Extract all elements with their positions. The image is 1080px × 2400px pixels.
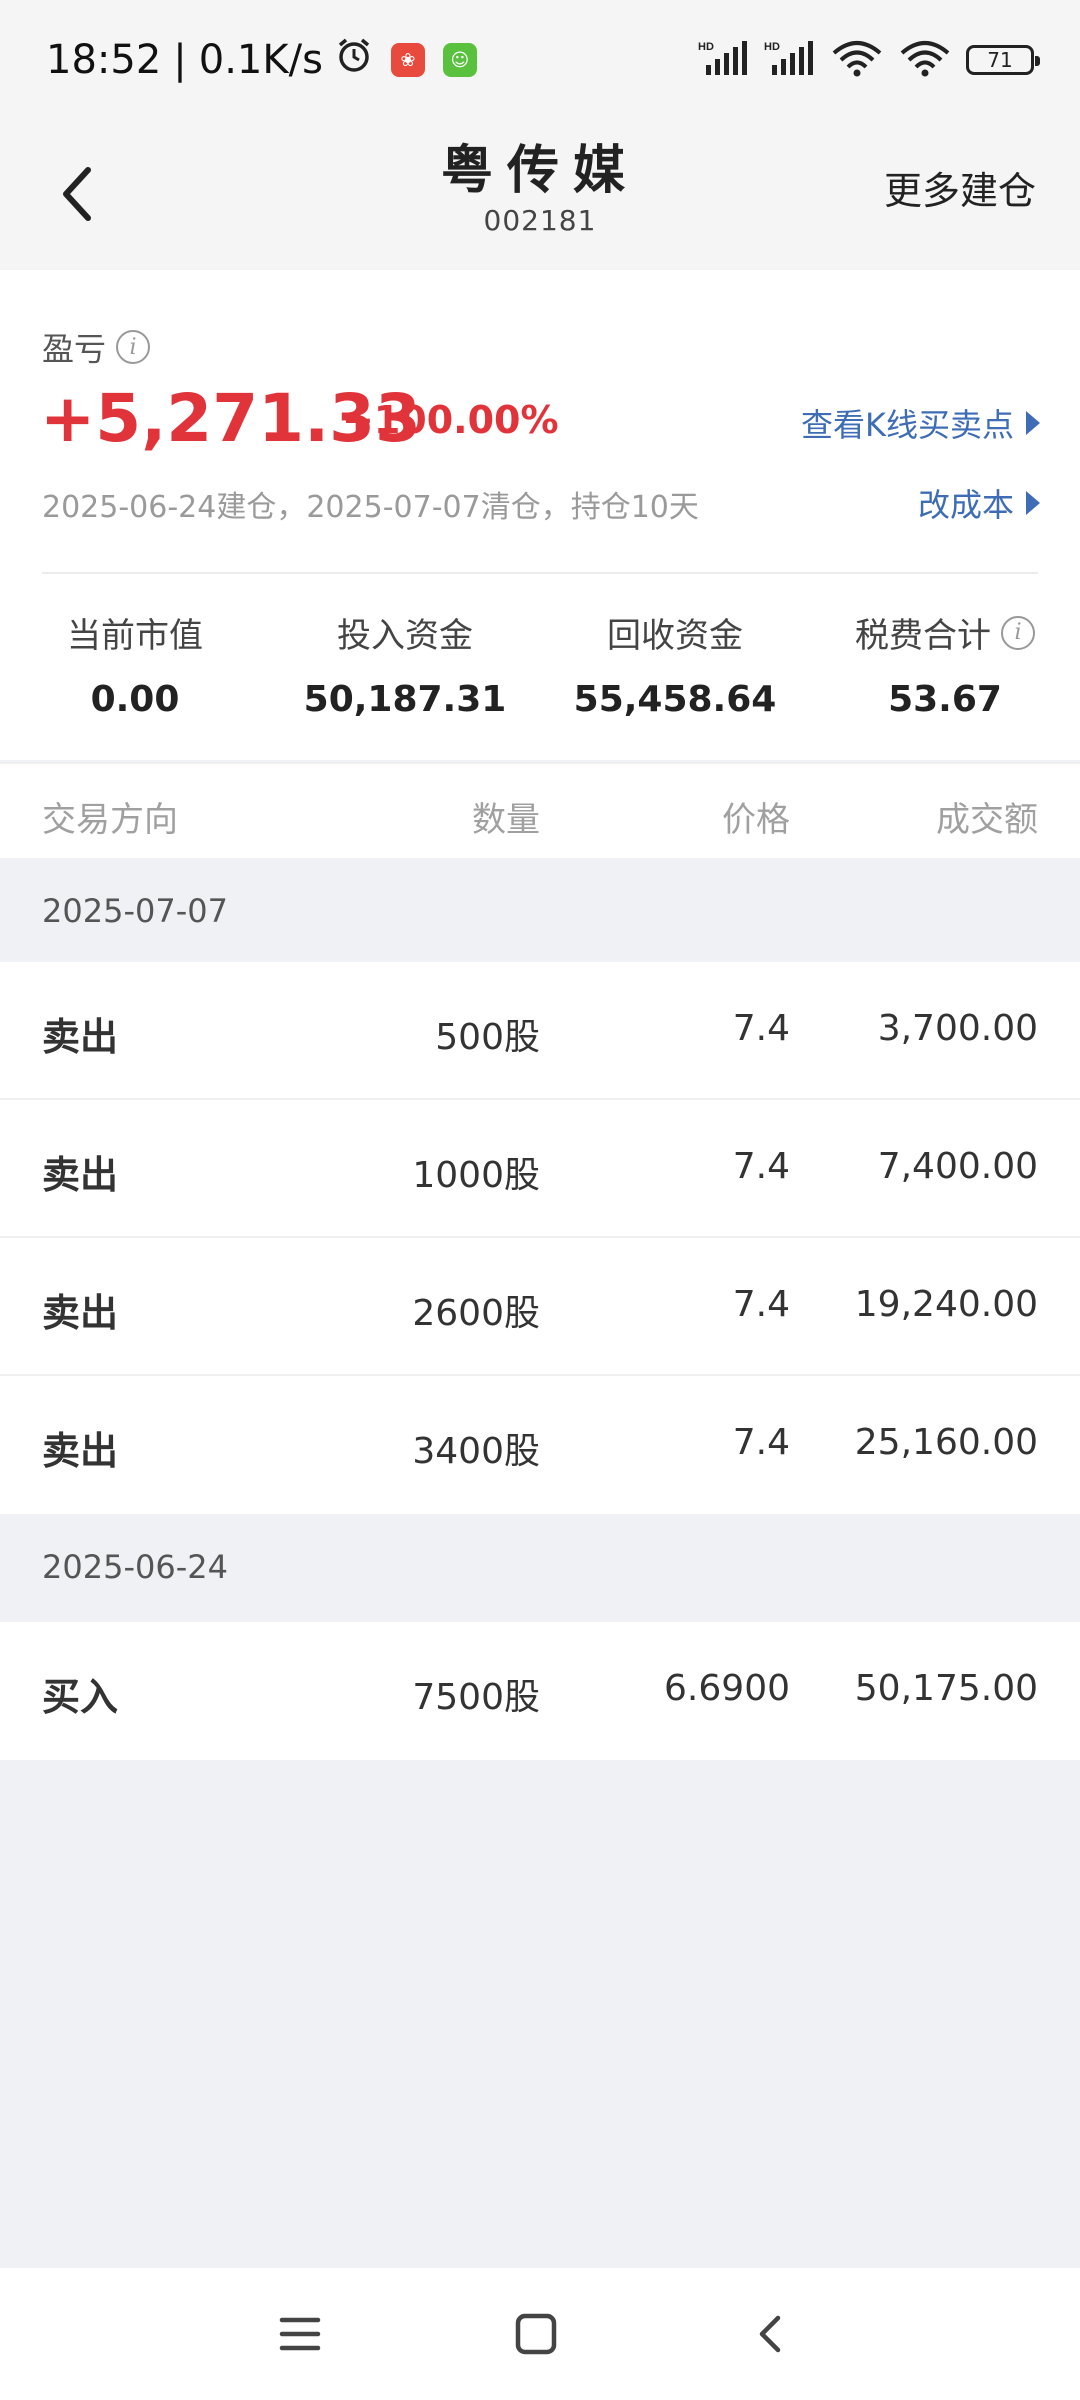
- kline-trades-link[interactable]: 查看K线买卖点: [801, 400, 1040, 446]
- status-time: 18:52: [46, 37, 162, 83]
- battery-icon: 71: [966, 45, 1040, 75]
- app-notification-icon: ❀: [390, 43, 425, 77]
- trade-quantity: 500股: [435, 1017, 540, 1058]
- page-header: 粤传媒 002181 更多建仓: [0, 120, 1080, 270]
- trade-quantity: 3400股: [412, 1431, 540, 1472]
- svg-text:HD: HD: [698, 41, 714, 53]
- stat-label: 税费合计: [855, 616, 991, 656]
- svg-text:HD: HD: [764, 41, 780, 53]
- wifi-icon: [830, 39, 884, 81]
- cat-app-icon: ☺: [442, 43, 477, 77]
- stat-label: 当前市值: [67, 616, 203, 656]
- date-group-header: 2025-07-07: [0, 858, 1080, 962]
- status-bar: 18:52 | 0.1K/s ❀ ☺ HD HD 71: [0, 0, 1080, 120]
- stat-market-value: 当前市值 0.00: [0, 608, 270, 720]
- kline-link-label: 查看K线买卖点: [801, 406, 1014, 444]
- info-icon[interactable]: i: [1001, 615, 1035, 650]
- edit-cost-link[interactable]: 改成本: [918, 480, 1040, 526]
- status-separator: |: [173, 37, 187, 83]
- pl-label: 盈亏: [42, 330, 107, 368]
- signal-hd-icon: HD: [764, 39, 816, 81]
- triangle-right-icon: [1026, 411, 1040, 435]
- trade-direction: 卖出: [42, 1429, 119, 1473]
- table-header: 交易方向 数量 价格 成交额: [0, 762, 1080, 858]
- home-icon[interactable]: [506, 2304, 566, 2364]
- signal-hd-icon: HD: [698, 39, 750, 81]
- trade-quantity: 2600股: [412, 1293, 540, 1334]
- table-row[interactable]: 卖出 500股 7.4 3,700.00: [0, 962, 1080, 1100]
- trade-price: 7.4: [732, 1008, 790, 1049]
- system-navigation-bar: [0, 2268, 1080, 2400]
- trade-amount: 25,160.00: [854, 1422, 1038, 1463]
- group-date: 2025-07-07: [42, 892, 228, 930]
- trade-direction: 买入: [42, 1675, 119, 1719]
- stat-label: 回收资金: [607, 616, 743, 656]
- trade-price: 7.4: [732, 1146, 790, 1187]
- divider: [42, 572, 1038, 574]
- trade-quantity: 1000股: [412, 1155, 540, 1196]
- more-positions-button[interactable]: 更多建仓: [884, 160, 1036, 215]
- trade-price: 7.4: [732, 1422, 790, 1463]
- edit-cost-label: 改成本: [917, 486, 1014, 524]
- holding-period-text: 2025-06-24建仓，2025-07-07清仓，持仓10天: [42, 490, 699, 525]
- stat-value: 55,458.64: [573, 679, 777, 720]
- trade-price: 6.6900: [664, 1668, 790, 1709]
- profit-summary: 盈亏 i +5,271.33 +100.00% 查看K线买卖点 2025-06-…: [0, 270, 1080, 760]
- trade-direction: 卖出: [42, 1153, 119, 1197]
- date-group-header: 2025-06-24: [0, 1514, 1080, 1618]
- table-row[interactable]: 卖出 1000股 7.4 7,400.00: [0, 1100, 1080, 1238]
- column-header-direction: 交易方向: [42, 800, 178, 840]
- alarm-icon: [335, 36, 373, 84]
- column-header-price: 价格: [722, 800, 790, 840]
- trade-direction: 卖出: [42, 1015, 119, 1059]
- column-header-amount: 成交额: [936, 800, 1038, 840]
- stat-recovered: 回收资金 55,458.64: [540, 608, 810, 720]
- stat-fees: 税费合计 i 53.67: [810, 608, 1080, 720]
- trade-amount: 19,240.00: [854, 1284, 1038, 1325]
- stat-value: 53.67: [888, 679, 1002, 720]
- stat-value: 50,187.31: [303, 679, 507, 720]
- stat-value: 0.00: [90, 679, 180, 720]
- column-header-quantity: 数量: [472, 800, 540, 840]
- info-icon[interactable]: i: [116, 330, 151, 364]
- triangle-right-icon: [1026, 491, 1040, 515]
- group-date: 2025-06-24: [42, 1548, 228, 1586]
- trade-amount: 7,400.00: [877, 1146, 1038, 1187]
- trade-quantity: 7500股: [412, 1677, 540, 1718]
- table-row[interactable]: 卖出 3400股 7.4 25,160.00: [0, 1376, 1080, 1514]
- trade-direction: 卖出: [42, 1291, 119, 1335]
- trade-amount: 3,700.00: [877, 1008, 1038, 1049]
- status-net-speed: 0.1K/s: [198, 37, 323, 83]
- stat-label: 投入资金: [337, 616, 473, 656]
- trade-amount: 50,175.00: [854, 1668, 1038, 1709]
- table-row[interactable]: 卖出 2600股 7.4 19,240.00: [0, 1238, 1080, 1376]
- back-icon[interactable]: [742, 2304, 802, 2364]
- menu-icon[interactable]: [270, 2304, 330, 2364]
- battery-level: 71: [987, 48, 1013, 72]
- pl-label-group: 盈亏 i: [42, 324, 151, 370]
- pl-percent: +100.00%: [342, 398, 559, 442]
- stat-invested: 投入资金 50,187.31: [270, 608, 540, 720]
- table-row[interactable]: 买入 7500股 6.6900 50,175.00: [0, 1622, 1080, 1760]
- wifi-icon: [898, 39, 952, 81]
- stats-row: 当前市值 0.00 投入资金 50,187.31 回收资金 55,458.64 …: [0, 608, 1080, 720]
- trade-price: 7.4: [732, 1284, 790, 1325]
